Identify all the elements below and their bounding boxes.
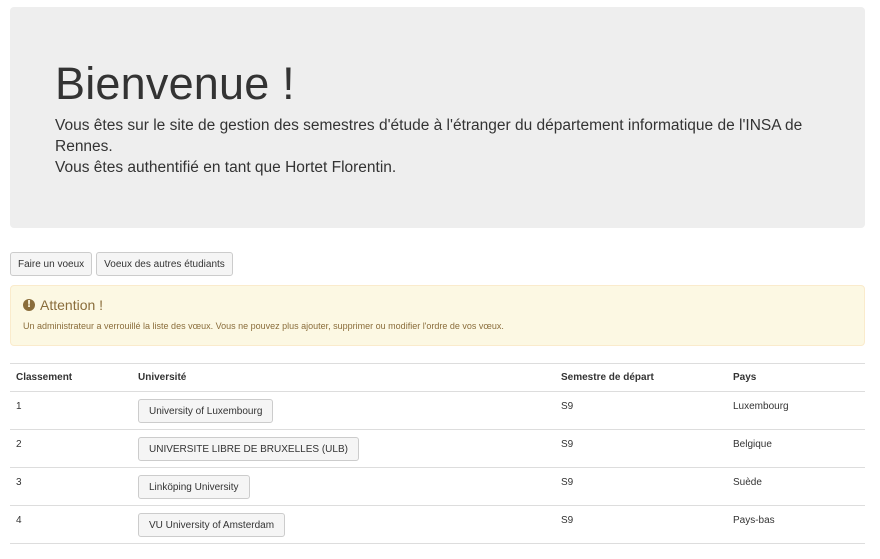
wishes-table: Classement Université Semestre de départ… bbox=[10, 363, 865, 544]
table-row: 2 UNIVERSITE LIBRE DE BRUXELLES (ULB) S9… bbox=[10, 429, 865, 468]
welcome-title: Bienvenue ! bbox=[55, 58, 295, 109]
table-row: 4 VU University of Amsterdam S9 Pays-bas bbox=[10, 505, 865, 544]
rank-cell: 2 bbox=[10, 429, 132, 468]
welcome-text: Vous êtes sur le site de gestion des sem… bbox=[55, 115, 825, 178]
rank-cell: 4 bbox=[10, 505, 132, 544]
welcome-jumbotron: Bienvenue ! Vous êtes sur le site de ges… bbox=[10, 7, 865, 228]
table-row: 1 University of Luxembourg S9 Luxembourg bbox=[10, 391, 865, 430]
rank-cell: 3 bbox=[10, 467, 132, 506]
country-cell: Luxembourg bbox=[727, 391, 865, 430]
country-cell: Belgique bbox=[727, 429, 865, 468]
header-rank: Classement bbox=[10, 363, 132, 392]
university-button[interactable]: University of Luxembourg bbox=[138, 399, 274, 423]
university-cell: UNIVERSITE LIBRE DE BRUXELLES (ULB) bbox=[132, 429, 555, 468]
university-button[interactable]: VU University of Amsterdam bbox=[138, 513, 286, 537]
make-wish-button[interactable]: Faire un voeux bbox=[10, 252, 93, 276]
semester-cell: S9 bbox=[555, 429, 727, 468]
lock-warning-alert: ! Attention ! Un administrateur a verrou… bbox=[10, 285, 865, 346]
welcome-line-auth: Vous êtes authentifié en tant que Hortet… bbox=[55, 159, 397, 176]
header-country: Pays bbox=[727, 363, 865, 392]
header-semester: Semestre de départ bbox=[555, 363, 727, 392]
semester-cell: S9 bbox=[555, 467, 727, 506]
exclamation-circle-icon: ! bbox=[23, 299, 35, 311]
welcome-line-site: Vous êtes sur le site de gestion des sem… bbox=[55, 117, 803, 155]
semester-cell: S9 bbox=[555, 391, 727, 430]
university-cell: VU University of Amsterdam bbox=[132, 505, 555, 544]
alert-heading: ! Attention ! bbox=[23, 296, 852, 314]
university-cell: Linköping University bbox=[132, 467, 555, 506]
table-row: 3 Linköping University S9 Suède bbox=[10, 467, 865, 506]
country-cell: Suède bbox=[727, 467, 865, 506]
rank-cell: 1 bbox=[10, 391, 132, 430]
page: Bienvenue ! Vous êtes sur le site de ges… bbox=[0, 0, 880, 559]
university-button[interactable]: UNIVERSITE LIBRE DE BRUXELLES (ULB) bbox=[138, 437, 359, 461]
table-header-row: Classement Université Semestre de départ… bbox=[10, 363, 865, 392]
other-students-wishes-button[interactable]: Voeux des autres étudiants bbox=[96, 252, 233, 276]
country-cell: Pays-bas bbox=[727, 505, 865, 544]
alert-title: Attention ! bbox=[40, 297, 104, 313]
alert-message: Un administrateur a verrouillé la liste … bbox=[23, 321, 504, 331]
university-button[interactable]: Linköping University bbox=[138, 475, 250, 499]
header-university: Université bbox=[132, 363, 555, 392]
university-cell: University of Luxembourg bbox=[132, 391, 555, 430]
semester-cell: S9 bbox=[555, 505, 727, 544]
action-buttons: Faire un voeux Voeux des autres étudiant… bbox=[10, 252, 233, 276]
